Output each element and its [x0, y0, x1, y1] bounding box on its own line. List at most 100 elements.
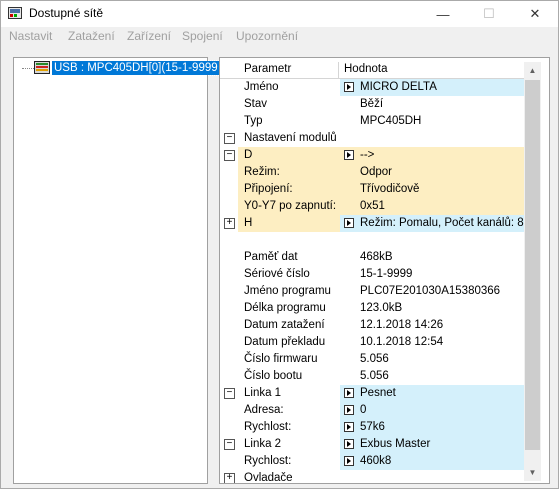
property-value[interactable]	[340, 470, 524, 483]
property-value[interactable]: Režim: Pomalu, Počet kanálů: 8	[340, 215, 524, 232]
property-row[interactable]: Datum zatažení 12.1.2018 14:26	[220, 317, 524, 334]
row-gutter	[220, 334, 238, 351]
property-value[interactable]: 468kB	[340, 249, 524, 266]
edit-arrow-icon[interactable]	[344, 218, 354, 228]
property-row[interactable]: Stav Běží	[220, 96, 524, 113]
property-name: Linka 1	[238, 385, 340, 402]
main-window: Dostupné sítě — ☐ ✕ Nastavit Zatažení Za…	[0, 0, 559, 489]
collapse-icon[interactable]: −	[224, 439, 235, 450]
property-row[interactable]: Rychlost: 460k8	[220, 453, 524, 470]
property-value-text: 5.056	[360, 370, 389, 382]
property-value[interactable]: Běží	[340, 96, 524, 113]
property-row[interactable]: Y0-Y7 po zapnutí: 0x51	[220, 198, 524, 215]
property-row[interactable]: + H Režim: Pomalu, Počet kanálů: 8	[220, 215, 524, 232]
collapse-icon[interactable]: −	[224, 388, 235, 399]
menu-zarizeni[interactable]: Zařízení	[127, 29, 171, 43]
edit-arrow-icon[interactable]	[344, 422, 354, 432]
property-row[interactable]: Sériové číslo 15-1-9999	[220, 266, 524, 283]
edit-arrow-icon[interactable]	[344, 388, 354, 398]
vertical-scrollbar[interactable]: ▲ ▼	[524, 62, 541, 481]
property-row[interactable]: Jméno MICRO DELTA	[220, 79, 524, 96]
property-value[interactable]: 123.0kB	[340, 300, 524, 317]
row-gutter	[220, 300, 238, 317]
expand-icon[interactable]: +	[224, 218, 235, 229]
property-value[interactable]: 0	[340, 402, 524, 419]
property-value[interactable]: MICRO DELTA	[340, 79, 524, 96]
property-row[interactable]: Typ MPC405DH	[220, 113, 524, 130]
property-row[interactable]	[220, 232, 524, 249]
collapse-icon[interactable]: −	[224, 150, 235, 161]
property-value-text: 15-1-9999	[360, 268, 413, 280]
edit-arrow-icon[interactable]	[344, 150, 354, 160]
row-gutter	[220, 419, 238, 436]
close-button[interactable]: ✕	[512, 1, 558, 27]
property-row[interactable]: Režim: Odpor	[220, 164, 524, 181]
property-row[interactable]: − Nastavení modulů	[220, 130, 524, 147]
column-divider[interactable]	[338, 62, 339, 78]
property-name: Připojení:	[238, 181, 340, 198]
column-header-hodnota[interactable]: Hodnota	[344, 63, 387, 75]
property-value[interactable]: 460k8	[340, 453, 524, 470]
property-value[interactable]: 10.1.2018 12:54	[340, 334, 524, 351]
property-row[interactable]: Paměť dat 468kB	[220, 249, 524, 266]
menu-nastavit[interactable]: Nastavit	[9, 29, 52, 43]
row-gutter	[220, 96, 238, 113]
property-name: Sériové číslo	[238, 266, 340, 283]
property-value[interactable]: 15-1-9999	[340, 266, 524, 283]
property-row[interactable]: − Linka 2 Exbus Master	[220, 436, 524, 453]
property-value[interactable]: PLC07E201030A15380366	[340, 283, 524, 300]
property-value[interactable]: Třívodičově	[340, 181, 524, 198]
property-name: Délka programu	[238, 300, 340, 317]
property-value[interactable]: MPC405DH	[340, 113, 524, 130]
tree-item-usb-device[interactable]: USB : MPC405DH[0](15-1-9999	[51, 60, 221, 76]
property-value[interactable]: Odpor	[340, 164, 524, 181]
property-name: Typ	[238, 113, 340, 130]
menu-zatazeni[interactable]: Zatažení	[68, 29, 115, 43]
property-row[interactable]: Připojení: Třívodičově	[220, 181, 524, 198]
property-value-text: Běží	[360, 98, 384, 110]
property-row[interactable]: − D -->	[220, 147, 524, 164]
property-value[interactable]: 5.056	[340, 351, 524, 368]
property-row[interactable]: + Ovladače	[220, 470, 524, 483]
scroll-down-icon[interactable]: ▼	[524, 464, 541, 481]
edit-arrow-icon[interactable]	[344, 82, 354, 92]
property-value[interactable]: 0x51	[340, 198, 524, 215]
property-name: Rychlost:	[238, 419, 340, 436]
edit-arrow-icon[interactable]	[344, 456, 354, 466]
title-bar[interactable]: Dostupné sítě — ☐ ✕	[1, 1, 558, 27]
property-row[interactable]: Datum překladu 10.1.2018 12:54	[220, 334, 524, 351]
network-tree[interactable]: USB : MPC405DH[0](15-1-9999	[13, 57, 221, 484]
collapse-icon[interactable]: −	[224, 133, 235, 144]
property-name: H	[238, 215, 340, 232]
expand-icon[interactable]: +	[224, 473, 235, 483]
property-value[interactable]: 12.1.2018 14:26	[340, 317, 524, 334]
menu-spojeni[interactable]: Spojení	[182, 29, 223, 43]
property-value-text: 123.0kB	[360, 302, 403, 314]
property-value[interactable]: 5.056	[340, 368, 524, 385]
maximize-button[interactable]: ☐	[466, 1, 512, 27]
edit-arrow-icon[interactable]	[344, 439, 354, 449]
property-row[interactable]: − Linka 1 Pesnet	[220, 385, 524, 402]
property-name: Rychlost:	[238, 453, 340, 470]
menu-upozorneni[interactable]: Upozornění	[236, 29, 298, 43]
column-header-parametr[interactable]: Parametr	[244, 63, 291, 75]
row-gutter	[220, 198, 238, 215]
property-row[interactable]: Adresa: 0	[220, 402, 524, 419]
properties-header: Parametr Hodnota	[220, 62, 524, 79]
property-name: Linka 2	[238, 436, 340, 453]
close-icon: ✕	[529, 6, 541, 21]
property-row[interactable]: Číslo firmwaru 5.056	[220, 351, 524, 368]
row-gutter: −	[220, 436, 238, 453]
property-value[interactable]: Exbus Master	[340, 436, 524, 453]
edit-arrow-icon[interactable]	[344, 405, 354, 415]
property-row[interactable]: Rychlost: 57k6	[220, 419, 524, 436]
property-value[interactable]: -->	[340, 147, 524, 164]
scroll-up-icon[interactable]: ▲	[524, 62, 541, 79]
property-row[interactable]: Délka programu 123.0kB	[220, 300, 524, 317]
property-value[interactable]: 57k6	[340, 419, 524, 436]
scroll-thumb[interactable]	[525, 80, 540, 450]
minimize-button[interactable]: —	[420, 1, 466, 27]
property-row[interactable]: Číslo bootu 5.056	[220, 368, 524, 385]
property-value[interactable]: Pesnet	[340, 385, 524, 402]
property-row[interactable]: Jméno programu PLC07E201030A15380366	[220, 283, 524, 300]
